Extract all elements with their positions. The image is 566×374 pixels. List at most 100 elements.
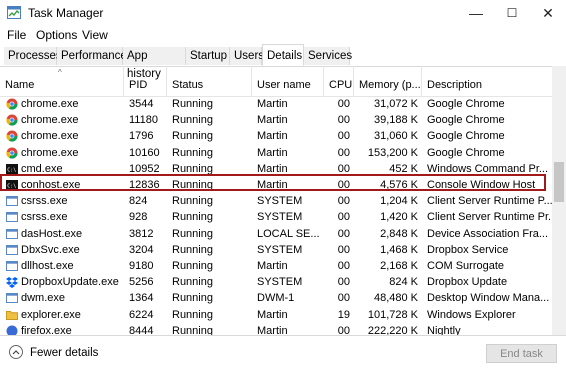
column-header-name[interactable]: ^ Name — [0, 66, 124, 96]
process-name: dwm.exe — [21, 292, 66, 305]
dropbox-icon — [6, 276, 18, 289]
table-row[interactable]: dwm.exe 1364 Running DWM-1 00 48,480 K Desktop… — [0, 290, 552, 306]
cell-memory: 39,188 K — [373, 114, 418, 127]
column-header-user-name[interactable]: User name — [252, 66, 324, 96]
tab-startup[interactable]: Startup — [186, 47, 230, 65]
cell-pid: 3544 — [129, 98, 154, 110]
chrome-icon — [6, 114, 18, 126]
cell-user: Martin — [257, 324, 288, 336]
process-name: firefox.exe — [21, 324, 72, 336]
table-row[interactable]: firefox.exe 8444 Running Martin 00 222,220 K N… — [0, 323, 552, 336]
process-name: dllhost.exe — [21, 260, 74, 272]
cell-pid: 1796 — [129, 130, 154, 143]
table-row[interactable]: dllhost.exe 9180 Running Martin 00 2,168 K COM… — [0, 258, 552, 274]
tab-details[interactable]: Details — [262, 44, 304, 66]
table-row[interactable]: chrome.exe 1796 Running Martin 00 31,060 K Goo… — [0, 128, 552, 144]
table-row[interactable]: DbxSvc.exe 3204 Running SYSTEM 00 1,468 K Drop… — [0, 242, 552, 258]
window-icon — [6, 292, 18, 304]
cell-user: SYSTEM — [257, 211, 303, 224]
column-header-memory[interactable]: Memory (p... — [354, 66, 422, 96]
table-row[interactable]: dasHost.exe 3812 Running LOCAL SE... 00 2,848… — [0, 226, 552, 242]
close-button[interactable]: ✕ — [530, 0, 566, 26]
table-row[interactable]: csrss.exe 824 Running SYSTEM 00 1,204 K Client… — [0, 193, 552, 209]
cell-status: Running — [172, 195, 213, 208]
table-row[interactable]: DropboxUpdate.exe 5256 Running SYSTEM 00 824 … — [0, 274, 552, 290]
cell-pid: 9180 — [129, 260, 154, 272]
firefox-icon — [6, 325, 18, 335]
cell-memory: 101,728 K — [367, 308, 418, 321]
cell-status: Running — [172, 292, 213, 305]
cell-description: Google Chrome — [427, 98, 505, 110]
cell-pid: 1364 — [129, 292, 154, 305]
cell-user: Martin — [257, 130, 288, 143]
cell-pid: 928 — [129, 211, 148, 224]
cell-name: chrome.exe — [0, 145, 124, 161]
scrollbar-thumb[interactable] — [554, 162, 564, 202]
tab-app-history[interactable]: App history — [123, 47, 186, 80]
minimize-button[interactable]: — — [458, 0, 494, 26]
column-header-cpu[interactable]: CPU — [324, 66, 354, 96]
process-name: csrss.exe — [21, 195, 68, 208]
cell-name: dllhost.exe — [0, 258, 124, 274]
cell-cpu: 00 — [337, 292, 350, 305]
maximize-button[interactable]: ☐ — [494, 0, 530, 26]
cell-status: Running — [172, 114, 213, 127]
chevron-up-icon[interactable] — [9, 345, 23, 359]
cell-status: Running — [172, 276, 213, 289]
process-name: DropboxUpdate.exe — [21, 276, 119, 289]
cell-description: Dropbox Service — [427, 243, 509, 256]
table-row[interactable]: chrome.exe 10160 Running Martin 00 153,200 K G… — [0, 145, 552, 161]
cell-user: Martin — [257, 146, 288, 159]
cell-status: Running — [172, 146, 213, 159]
cell-name: DropboxUpdate.exe — [0, 274, 124, 290]
cell-user: Martin — [257, 114, 288, 127]
tab-users[interactable]: Users — [230, 47, 264, 65]
cell-status: Running — [172, 211, 213, 224]
table-row[interactable]: explorer.exe 6224 Running Martin 19 101,728 K… — [0, 307, 552, 323]
table-row[interactable]: chrome.exe 11180 Running Martin 00 39,188 K Go… — [0, 112, 552, 128]
process-name: dasHost.exe — [21, 227, 83, 240]
process-name: chrome.exe — [21, 130, 79, 143]
cell-pid: 11180 — [129, 114, 158, 127]
tab-performance[interactable]: Performance — [57, 47, 127, 65]
cell-memory: 222,220 K — [367, 324, 418, 336]
cell-description: Google Chrome — [427, 146, 505, 159]
cell-memory: 2,848 K — [380, 227, 418, 240]
cell-cpu: 19 — [337, 308, 350, 321]
column-header-status[interactable]: Status — [167, 66, 252, 96]
tab-processes[interactable]: Processes — [4, 47, 62, 65]
window-icon — [6, 228, 18, 240]
cell-cpu: 00 — [337, 211, 350, 224]
cell-memory: 31,072 K — [373, 98, 418, 110]
table-row[interactable]: chrome.exe 3544 Running Martin 00 31,072 K Goo… — [0, 96, 552, 112]
cell-memory: 1,468 K — [380, 243, 418, 256]
console-icon: C:\ — [6, 163, 18, 175]
cell-pid: 6224 — [129, 308, 154, 321]
menu-view[interactable]: View — [82, 28, 108, 42]
cell-cpu: 00 — [337, 227, 350, 240]
cell-cpu: 00 — [337, 195, 350, 208]
vertical-scrollbar[interactable] — [552, 66, 566, 335]
cell-status: Running — [172, 227, 213, 240]
cell-memory: 2,168 K — [380, 260, 418, 272]
cell-name: dwm.exe — [0, 290, 124, 306]
cell-memory: 1,204 K — [380, 195, 418, 208]
column-header-description[interactable]: Description — [422, 66, 552, 96]
cell-description: Device Association Fra... — [427, 227, 549, 240]
cell-name: dasHost.exe — [0, 226, 124, 242]
cell-status: Running — [172, 243, 213, 256]
chrome-icon — [6, 130, 18, 142]
cell-name: csrss.exe — [0, 193, 124, 209]
tab-services[interactable]: Services — [304, 47, 352, 65]
cell-pid: 5256 — [129, 276, 154, 289]
menu-file[interactable]: File — [7, 28, 26, 42]
cell-cpu: 00 — [337, 114, 350, 127]
column-header-pid[interactable]: PID — [124, 66, 167, 96]
cell-status: Running — [172, 308, 213, 321]
menu-options[interactable]: Options — [36, 28, 77, 42]
tab-strip: Processes Performance App history Startu… — [0, 44, 566, 80]
table-row[interactable]: csrss.exe 928 Running SYSTEM 00 1,420 K Client… — [0, 209, 552, 225]
cell-pid: 3812 — [129, 227, 154, 240]
end-task-button[interactable]: End task — [486, 344, 557, 363]
fewer-details-link[interactable]: Fewer details — [30, 347, 98, 359]
